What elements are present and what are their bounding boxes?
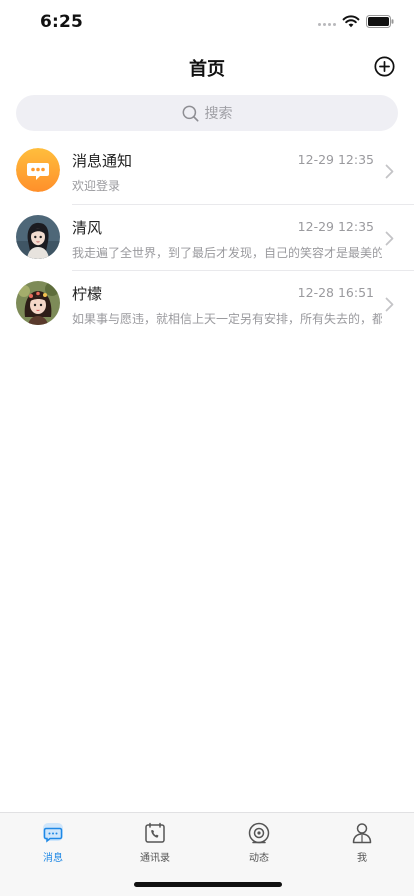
chat-list: 消息通知 12-29 12:35 欢迎登录 清风 12-29 12:35 我走遍… bbox=[0, 138, 414, 336]
tab-contacts[interactable]: 通讯录 bbox=[115, 821, 195, 864]
chat-time: 12-29 12:35 bbox=[297, 152, 374, 167]
tab-profile[interactable]: 我 bbox=[322, 821, 402, 864]
page-title: 首页 bbox=[189, 59, 225, 80]
profile-icon bbox=[352, 823, 372, 844]
search-icon bbox=[182, 105, 199, 122]
moments-icon bbox=[248, 822, 270, 844]
user-avatar bbox=[16, 281, 60, 325]
nav-bar: 首页 bbox=[0, 44, 414, 88]
list-item[interactable]: 清风 12-29 12:35 我走遍了全世界，到了最后才发现，自己的笑容才是最美… bbox=[16, 204, 414, 270]
cellular-signal-icon bbox=[318, 23, 336, 26]
notification-bubble-icon bbox=[16, 148, 60, 192]
list-item[interactable]: 柠檬 12-28 16:51 如果事与愿违，就相信上天一定另有安排，所有失去的，… bbox=[16, 270, 414, 336]
tab-label: 消息 bbox=[43, 853, 63, 864]
chat-preview: 如果事与愿违，就相信上天一定另有安排，所有失去的，都会 bbox=[72, 312, 382, 326]
tab-messages[interactable]: 消息 bbox=[13, 821, 93, 864]
status-time: 6:25 bbox=[40, 12, 84, 32]
home-indicator[interactable] bbox=[134, 882, 282, 887]
tab-moments[interactable]: 动态 bbox=[219, 821, 299, 864]
chevron-right-icon bbox=[385, 231, 394, 246]
battery-icon bbox=[366, 15, 394, 28]
wifi-icon bbox=[342, 15, 360, 28]
chevron-right-icon bbox=[385, 297, 394, 312]
status-bar: 6:25 bbox=[0, 0, 414, 44]
chat-time: 12-29 12:35 bbox=[297, 219, 374, 234]
chevron-right-icon bbox=[385, 164, 394, 179]
list-item[interactable]: 消息通知 12-29 12:35 欢迎登录 bbox=[0, 138, 414, 204]
chat-preview: 欢迎登录 bbox=[72, 179, 121, 193]
contacts-icon bbox=[145, 822, 165, 843]
chat-preview: 我走遍了全世界，到了最后才发现，自己的笑容才是最美的 bbox=[72, 246, 382, 260]
search-placeholder: 搜索 bbox=[204, 106, 233, 122]
app-screen: 6:25 首页 搜索 消息通知 12-29 12:35 欢迎登录 清风 12-2… bbox=[0, 0, 414, 896]
user-avatar bbox=[16, 215, 60, 259]
tab-label: 通讯录 bbox=[140, 853, 170, 864]
chat-time: 12-28 16:51 bbox=[297, 285, 374, 300]
message-icon bbox=[43, 823, 63, 843]
chat-name: 清风 bbox=[72, 219, 103, 237]
tab-label: 我 bbox=[357, 853, 367, 864]
chat-name: 消息通知 bbox=[72, 152, 133, 170]
search-input[interactable]: 搜索 bbox=[16, 95, 398, 131]
tab-label: 动态 bbox=[249, 853, 269, 864]
chat-name: 柠檬 bbox=[72, 285, 103, 303]
plus-circle-icon[interactable] bbox=[374, 56, 395, 77]
